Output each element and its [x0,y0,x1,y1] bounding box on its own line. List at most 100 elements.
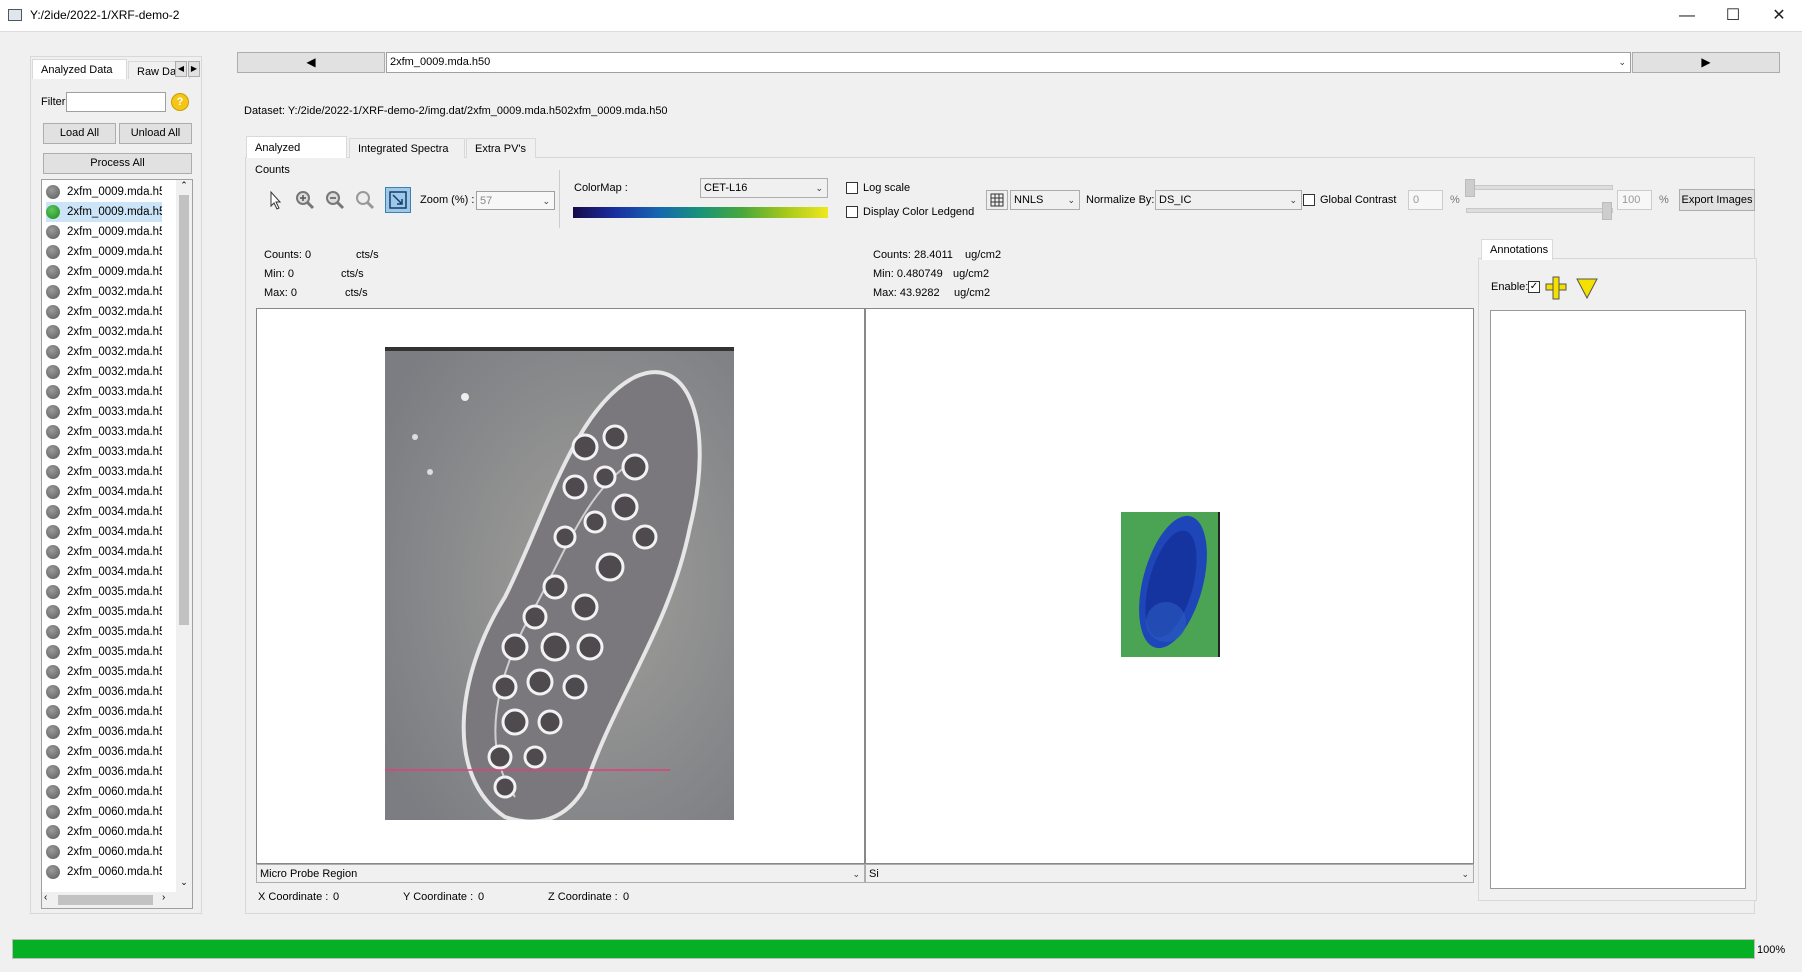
scroll-down-icon[interactable]: ⌄ [176,877,192,891]
file-list-item[interactable]: 2xfm_0009.mda.h53 [46,262,162,282]
file-list-item[interactable]: 2xfm_0009.mda.h50 [46,202,162,222]
filter-input[interactable] [66,92,166,112]
file-list-item[interactable]: 2xfm_0060.mda.h51 [46,822,162,842]
element-map-view[interactable] [865,308,1474,864]
tab-integrated-spectra[interactable]: Integrated Spectra [349,138,465,158]
annotations-list[interactable] [1490,310,1746,889]
h-scroll-thumb[interactable] [58,895,153,905]
file-list-item[interactable]: 2xfm_0034.mda.h5 [46,482,162,502]
file-list-item[interactable]: 2xfm_0036.mda.h5 [46,682,162,702]
file-list-item[interactable]: 2xfm_0034.mda.h52 [46,542,162,562]
global-contrast-checkbox[interactable] [1303,194,1315,206]
file-list-item[interactable]: 2xfm_0035.mda.h53 [46,662,162,682]
file-list-item[interactable]: 2xfm_0036.mda.h51 [46,722,162,742]
element-map-image[interactable] [1121,512,1220,657]
min-contrast-input[interactable]: 0 [1408,190,1443,210]
file-list-item[interactable]: 2xfm_0035.mda.h5 [46,582,162,602]
scroll-left-icon[interactable]: ‹ [44,892,47,903]
file-list-item[interactable]: 2xfm_0032.mda.h53 [46,362,162,382]
file-list-item[interactable]: 2xfm_0009.mda.h51 [46,222,162,242]
max-contrast-input[interactable]: 100 [1617,190,1652,210]
max-slider-handle[interactable] [1602,202,1612,220]
enable-checkbox[interactable]: ✓ [1528,281,1540,293]
file-list-item[interactable]: 2xfm_0036.mda.h50 [46,702,162,722]
file-list-item[interactable]: 2xfm_0032.mda.h50 [46,302,162,322]
normalize-select[interactable]: DS_IC ⌄ [1155,190,1302,210]
zoom-out-icon[interactable] [323,188,347,212]
file-list-item[interactable]: 2xfm_0033.mda.h5 [46,382,162,402]
colormap-select[interactable]: CET-L16 ⌄ [700,178,828,198]
zoom-reset-icon[interactable] [353,188,377,212]
file-select[interactable]: 2xfm_0009.mda.h50 ⌄ [386,52,1631,73]
chevron-down-icon: ⌄ [1067,195,1075,205]
horizontal-scrollbar[interactable]: ‹ › [42,892,192,908]
max-contrast-slider[interactable] [1466,208,1613,213]
file-list-item[interactable]: 2xfm_0035.mda.h50 [46,602,162,622]
file-list-item[interactable]: 2xfm_0032.mda.h52 [46,342,162,362]
left-view-select[interactable]: Micro Probe Region ⌄ [256,864,865,883]
tab-analyzed-data[interactable]: Analyzed Data [32,59,127,79]
file-list-item[interactable]: 2xfm_0060.mda.h52 [46,842,162,862]
tab-scroll-right-button[interactable]: ▶ [188,61,200,77]
file-list-item[interactable]: 2xfm_0034.mda.h50 [46,502,162,522]
minimize-button[interactable]: — [1664,0,1710,31]
close-button[interactable]: ✕ [1756,0,1802,31]
marker-icon[interactable] [1575,276,1599,303]
light-microscope-view[interactable] [256,308,865,864]
scroll-up-icon[interactable]: ⌃ [176,180,192,194]
pointer-icon[interactable] [264,188,288,212]
file-list-item[interactable]: 2xfm_0035.mda.h51 [46,622,162,642]
file-name: 2xfm_0035.mda.h50 [67,606,162,618]
fit-to-view-icon[interactable] [385,187,411,213]
vertical-scrollbar[interactable]: ⌃ ⌄ [176,180,192,892]
fit-method-select[interactable]: NNLS ⌄ [1010,190,1080,210]
prev-file-button[interactable]: ◀ [237,52,385,73]
left-counts-unit: cts/s [356,249,379,261]
unload-all-button[interactable]: Unload All [119,123,192,144]
file-list-item[interactable]: 2xfm_0032.mda.h51 [46,322,162,342]
ruler-icon[interactable] [1544,276,1568,303]
file-list-item[interactable]: 2xfm_0033.mda.h53 [46,462,162,482]
tab-extra-pvs[interactable]: Extra PV's [466,138,536,158]
file-list-item[interactable]: 2xfm_0036.mda.h52 [46,742,162,762]
file-list-item[interactable]: 2xfm_0033.mda.h51 [46,422,162,442]
next-file-button[interactable]: ▶ [1632,52,1780,73]
tab-scroll-left-button[interactable]: ◀ [175,61,187,77]
element-select[interactable]: Si ⌄ [865,864,1474,883]
status-dot-icon [46,465,60,479]
file-list-item[interactable]: 2xfm_0060.mda.h5 [46,782,162,802]
file-list-item[interactable]: 2xfm_0034.mda.h51 [46,522,162,542]
process-all-button[interactable]: Process All [43,153,192,174]
help-icon[interactable]: ? [171,93,189,111]
microscope-image[interactable] [385,347,734,820]
file-name: 2xfm_0036.mda.h5 [67,686,162,698]
file-name: 2xfm_0035.mda.h53 [67,666,162,678]
file-list-item[interactable]: 2xfm_0009.mda.h5 [46,182,162,202]
file-list-item[interactable]: 2xfm_0060.mda.h50 [46,802,162,822]
zoom-select[interactable]: 57 ⌄ [476,191,555,210]
min-contrast-slider[interactable] [1466,185,1613,190]
zoom-in-icon[interactable] [293,188,317,212]
grid-icon[interactable] [986,190,1008,210]
file-list-item[interactable]: 2xfm_0032.mda.h5 [46,282,162,302]
color-legend-checkbox[interactable] [846,206,858,218]
file-list-item[interactable]: 2xfm_0034.mda.h53 [46,562,162,582]
file-list-item[interactable]: 2xfm_0060.mda.h53 [46,862,162,882]
scroll-right-icon[interactable]: › [162,892,165,903]
scroll-thumb[interactable] [179,195,189,625]
file-list-item[interactable]: 2xfm_0033.mda.h52 [46,442,162,462]
progress-bar [12,939,1755,959]
load-all-button[interactable]: Load All [43,123,116,144]
file-list-item[interactable]: 2xfm_0035.mda.h52 [46,642,162,662]
tab-analyzed-counts[interactable]: Analyzed Counts [246,136,347,176]
left-view-value: Micro Probe Region [260,868,358,880]
min-slider-handle[interactable] [1465,179,1475,197]
file-list-item[interactable]: 2xfm_0036.mda.h53 [46,762,162,782]
file-list-item[interactable]: 2xfm_0009.mda.h52 [46,242,162,262]
log-scale-checkbox[interactable] [846,182,858,194]
export-images-button[interactable]: Export Images [1679,189,1755,211]
maximize-button[interactable]: ☐ [1710,0,1756,31]
tab-annotations[interactable]: Annotations [1481,239,1553,260]
file-name: 2xfm_0036.mda.h50 [67,706,162,718]
file-list-item[interactable]: 2xfm_0033.mda.h50 [46,402,162,422]
